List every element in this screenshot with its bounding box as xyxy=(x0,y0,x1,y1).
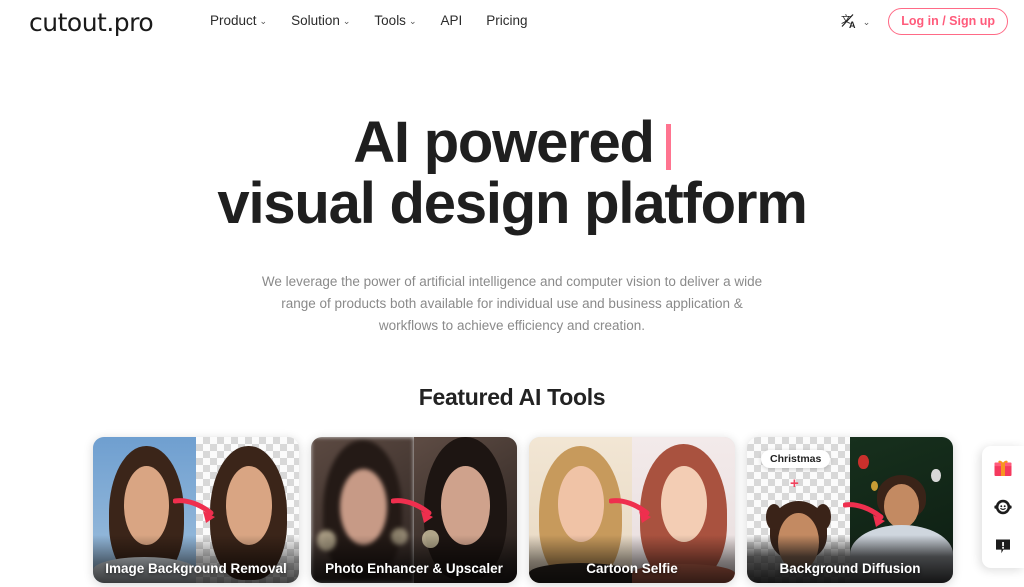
pink-arrow-icon xyxy=(843,502,886,528)
floating-action-panel xyxy=(982,446,1024,568)
nav-item-api[interactable]: API xyxy=(440,13,462,28)
tool-card-label: Cartoon Selfie xyxy=(529,535,735,583)
language-switcher[interactable]: 文 A ⌄ xyxy=(841,13,871,31)
plus-icon: + xyxy=(790,475,799,492)
chevron-down-icon: ⌄ xyxy=(862,17,871,27)
headline-line-2: visual design platform xyxy=(217,171,807,237)
tool-card-photo-enhancer-upscaler[interactable]: Photo Enhancer & Upscaler xyxy=(311,437,517,583)
featured-tools-title: Featured AI Tools xyxy=(418,384,606,410)
support-chat-icon xyxy=(994,499,1012,515)
feedback-button[interactable] xyxy=(990,533,1016,559)
gift-icon xyxy=(994,460,1012,476)
chevron-down-icon: ⌄ xyxy=(342,16,351,26)
hero-subtitle: We leverage the power of artificial inte… xyxy=(261,273,763,333)
nav-item-pricing[interactable]: Pricing xyxy=(486,13,527,28)
page-title: AI powered visual design platform xyxy=(0,112,1024,235)
translate-icon: 文 A xyxy=(841,13,856,30)
chevron-down-icon: ⌄ xyxy=(259,16,268,26)
support-chat-button[interactable] xyxy=(990,494,1016,520)
typing-caret xyxy=(665,124,671,170)
main-nav: Product ⌄ Solution ⌄ Tools ⌄ API Pricing xyxy=(210,13,528,28)
site-header: cutout.pro Product ⌄ Solution ⌄ Tools ⌄ … xyxy=(0,0,1024,42)
logo[interactable]: cutout.pro xyxy=(29,8,154,37)
pink-arrow-icon xyxy=(609,498,651,523)
pink-arrow-icon xyxy=(391,498,433,523)
headline-text-1: AI powered xyxy=(353,110,655,175)
feedback-icon xyxy=(996,539,1010,554)
hero-section: AI powered visual design platform We lev… xyxy=(0,112,1024,337)
nav-item-product[interactable]: Product ⌄ xyxy=(210,13,267,28)
tool-card-label: Background Diffusion xyxy=(747,535,953,583)
header-actions: 文 A ⌄ Log in / Sign up xyxy=(841,8,1008,35)
tool-card-image-background-removal[interactable]: Image Background Removal xyxy=(93,437,299,583)
christmas-badge: Christmas xyxy=(761,450,831,468)
tool-card-label: Image Background Removal xyxy=(93,535,299,583)
nav-item-solution[interactable]: Solution ⌄ xyxy=(291,13,350,28)
nav-label-api: API xyxy=(440,13,463,28)
headline-line-1: AI powered xyxy=(0,112,1024,173)
nav-item-tools[interactable]: Tools ⌄ xyxy=(374,13,416,28)
nav-label-product: Product xyxy=(210,13,257,28)
chevron-down-icon: ⌄ xyxy=(408,16,417,26)
svg-text:A: A xyxy=(849,20,856,30)
nav-label-solution: Solution xyxy=(291,13,340,28)
page-root: cutout.pro Product ⌄ Solution ⌄ Tools ⌄ … xyxy=(0,0,1024,587)
featured-tools-list: Image Background Removal Photo Enhancer … xyxy=(93,437,953,583)
gift-button[interactable] xyxy=(990,455,1016,481)
login-signup-button[interactable]: Log in / Sign up xyxy=(888,8,1008,35)
nav-label-pricing: Pricing xyxy=(486,13,528,28)
nav-label-tools: Tools xyxy=(374,13,406,28)
tool-card-label: Photo Enhancer & Upscaler xyxy=(311,535,517,583)
tool-card-background-diffusion[interactable]: Christmas + Background Diffusion xyxy=(747,437,953,583)
pink-arrow-icon xyxy=(173,498,215,523)
tool-card-cartoon-selfie[interactable]: Cartoon Selfie xyxy=(529,437,735,583)
